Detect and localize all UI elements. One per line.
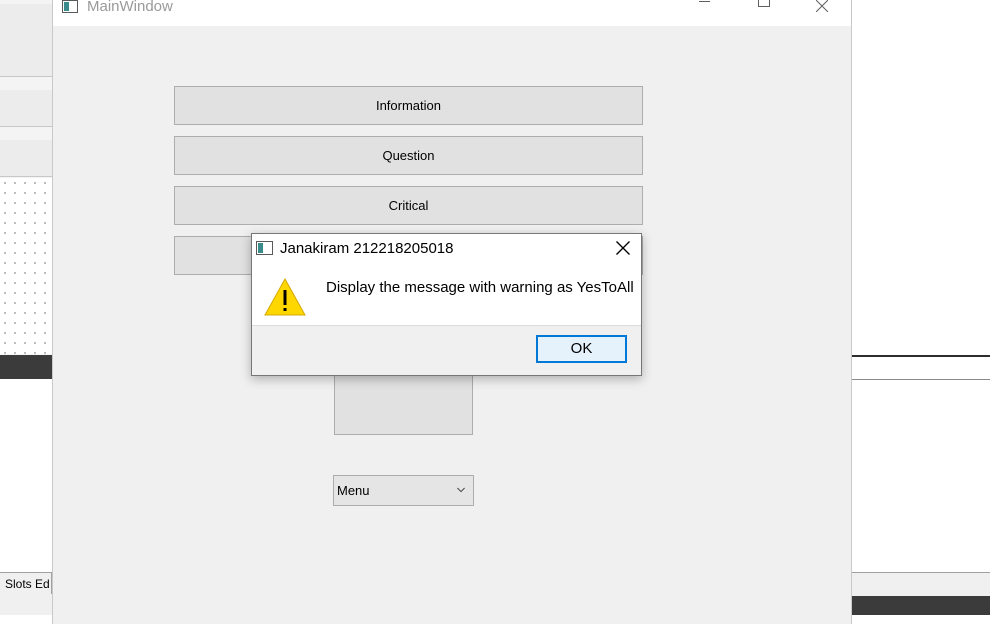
background-right-panel	[852, 0, 990, 615]
dialog-close-button[interactable]	[604, 234, 642, 263]
background-panel-row	[0, 4, 52, 41]
information-button[interactable]: Information	[174, 86, 643, 125]
background-editor-area	[0, 379, 52, 572]
square-button[interactable]	[334, 369, 473, 435]
dialog-message: Display the message with warning as YesT…	[326, 279, 634, 296]
question-button[interactable]: Question	[174, 136, 643, 175]
critical-button[interactable]: Critical	[174, 186, 643, 225]
menu-combobox-value: Menu	[337, 483, 370, 498]
dialog-button-bar: OK	[252, 325, 641, 375]
maximize-button[interactable]	[741, 0, 787, 18]
warning-message-dialog: Janakiram 212218205018 Display the messa…	[251, 233, 642, 376]
dialog-titlebar[interactable]: Janakiram 212218205018	[252, 234, 641, 264]
slots-editor-tab[interactable]: Slots Ed	[0, 572, 52, 594]
background-bottom	[0, 594, 52, 615]
maximize-icon	[758, 0, 770, 7]
app-icon	[256, 241, 273, 255]
background-divider	[852, 355, 990, 357]
designer-grid	[0, 178, 52, 354]
app-icon	[62, 0, 78, 13]
background-dark-bar	[852, 596, 990, 615]
minimize-button[interactable]	[681, 0, 727, 18]
close-icon	[815, 0, 829, 13]
background-divider	[852, 379, 990, 380]
close-icon	[616, 241, 630, 255]
background-status-bar	[852, 572, 990, 597]
ok-button[interactable]: OK	[536, 335, 627, 363]
minimize-icon	[698, 1, 710, 3]
main-window-titlebar[interactable]: MainWindow	[53, 0, 851, 26]
chevron-down-icon	[457, 487, 465, 493]
dialog-body: Display the message with warning as YesT…	[252, 264, 641, 325]
close-button[interactable]	[799, 0, 845, 18]
warning-icon	[264, 278, 306, 316]
background-panel-row	[0, 90, 52, 127]
dialog-title: Janakiram 212218205018	[280, 240, 454, 257]
menu-combobox[interactable]: Menu	[333, 475, 474, 506]
background-panel-row	[0, 140, 52, 177]
background-panel-row	[0, 40, 52, 77]
window-title: MainWindow	[87, 0, 173, 15]
background-dark-bar	[0, 355, 52, 379]
